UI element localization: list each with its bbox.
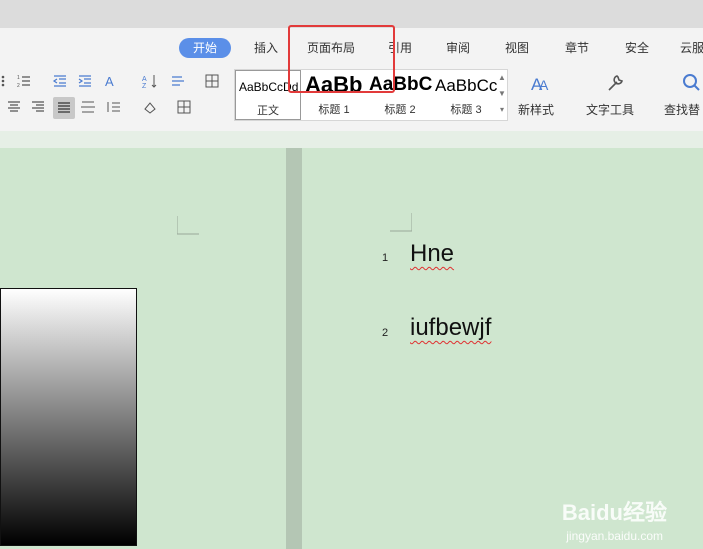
increase-indent-icon[interactable] [77, 73, 93, 89]
page-margin-corner [177, 216, 199, 235]
new-style-icon[interactable]: AA [530, 71, 552, 93]
gradient-image [0, 288, 137, 546]
right-page: 1 Hne 2 iufbewjf [302, 148, 703, 549]
align-right-icon[interactable] [30, 99, 46, 115]
document-line[interactable]: Hne [410, 240, 454, 268]
text-direction-icon[interactable]: A [104, 73, 120, 89]
search-icon[interactable] [680, 72, 702, 94]
align-center-icon[interactable] [6, 99, 22, 115]
svg-text:A: A [105, 74, 114, 89]
line-spacing-icon[interactable] [170, 73, 186, 89]
svg-text:Z: Z [142, 83, 147, 89]
sort-icon[interactable]: AZ [142, 73, 158, 89]
text-tools-button[interactable]: 文字工具 [586, 101, 634, 118]
svg-text:2: 2 [17, 83, 20, 89]
table-insert-icon[interactable] [204, 73, 220, 89]
shading-icon[interactable] [142, 99, 158, 115]
numbered-list-icon[interactable]: 12 [16, 73, 32, 89]
highlight-box [288, 25, 395, 93]
watermark-url: jingyan.baidu.com [566, 529, 663, 543]
distribute-icon[interactable] [80, 99, 96, 115]
decrease-indent-icon[interactable] [52, 73, 68, 89]
paragraph-spacing-icon[interactable] [106, 99, 122, 115]
gallery-scroll[interactable]: ▲ ▼ ▾ [497, 70, 507, 118]
borders-icon[interactable] [176, 99, 192, 115]
find-replace-button[interactable]: 查找替 [664, 101, 700, 118]
page-margin-corner-right [390, 213, 412, 232]
document-line[interactable]: iufbewjf [410, 314, 491, 342]
line-number: 2 [382, 327, 389, 339]
tab-insert[interactable]: 插入 [252, 38, 280, 58]
tab-start[interactable]: 开始 [179, 38, 232, 58]
tab-section[interactable]: 章节 [563, 38, 591, 58]
title-bar [0, 0, 703, 28]
page-divider [286, 148, 302, 549]
tab-cloud[interactable]: 云服 [678, 38, 703, 58]
style-heading-3[interactable]: AaBbCc 标题 3 [433, 70, 499, 120]
new-style-button[interactable]: 新样式 [518, 101, 554, 118]
justify-icon[interactable] [53, 97, 75, 119]
svg-text:1: 1 [17, 75, 20, 81]
tab-view[interactable]: 视图 [503, 38, 531, 58]
tab-review[interactable]: 审阅 [444, 38, 472, 58]
bullet-list-icon[interactable] [0, 73, 16, 89]
line-number: 1 [382, 252, 389, 264]
svg-text:A: A [539, 77, 549, 93]
svg-text:A: A [142, 76, 147, 83]
wrench-icon[interactable] [604, 72, 626, 94]
tab-security[interactable]: 安全 [623, 38, 651, 58]
watermark-logo: Baidu经验 [561, 500, 667, 525]
ruler-area [0, 131, 703, 148]
